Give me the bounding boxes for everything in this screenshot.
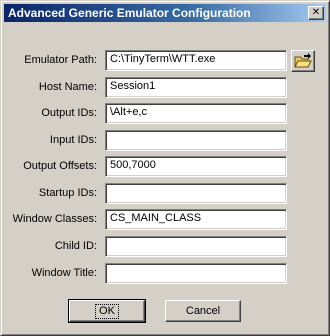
host-name-input[interactable]: Session1: [105, 77, 287, 98]
folder-open-icon: [294, 53, 312, 68]
window-classes-label: Window Classes:: [12, 213, 97, 225]
ok-button-label: OK: [95, 304, 119, 319]
child-id-input[interactable]: [105, 236, 287, 257]
cancel-button-label: Cancel: [185, 305, 221, 317]
output-ids-label: Output IDs:: [41, 107, 97, 119]
input-ids-label: Input IDs:: [49, 134, 97, 146]
output-offsets-label: Output Offsets:: [23, 160, 97, 172]
output-offsets-input[interactable]: 500,7000: [105, 156, 287, 177]
cancel-button[interactable]: Cancel: [165, 300, 241, 322]
browse-button[interactable]: [291, 50, 315, 72]
input-ids-input[interactable]: [105, 130, 287, 151]
ok-button[interactable]: OK: [68, 299, 146, 323]
startup-ids-label: Startup IDs:: [38, 187, 97, 199]
emulator-path-input[interactable]: C:\TinyTerm\WTT.exe: [105, 50, 287, 71]
child-id-label: Child ID:: [54, 240, 97, 252]
config-dialog: Advanced Generic Emulator Configuration …: [0, 0, 330, 336]
emulator-path-label: Emulator Path:: [24, 54, 97, 66]
close-button[interactable]: ✕: [308, 6, 324, 20]
window-title-label: Window Title:: [31, 267, 97, 279]
title-bar[interactable]: Advanced Generic Emulator Configuration …: [4, 4, 326, 22]
startup-ids-input[interactable]: [105, 183, 287, 204]
window-title-input[interactable]: [105, 263, 287, 284]
output-ids-input[interactable]: \Alt+e,c: [105, 103, 287, 124]
dialog-title: Advanced Generic Emulator Configuration: [8, 6, 251, 20]
close-icon: ✕: [311, 7, 321, 18]
host-name-label: Host Name:: [38, 81, 97, 93]
window-classes-input[interactable]: CS_MAIN_CLASS: [105, 209, 287, 230]
